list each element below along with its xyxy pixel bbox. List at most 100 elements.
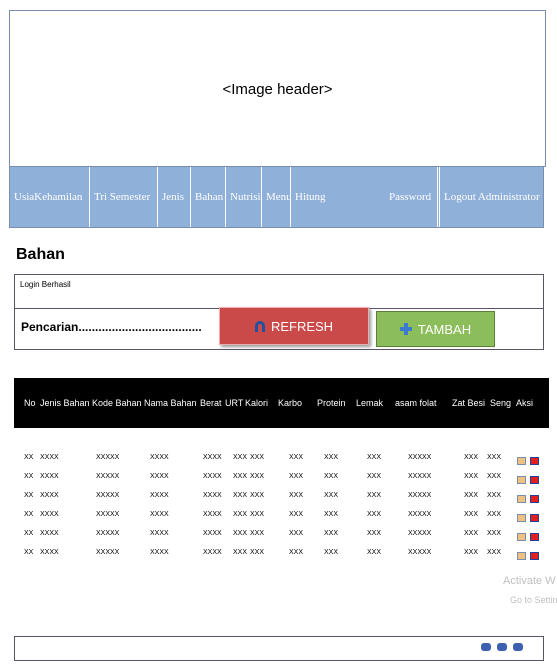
edit-icon[interactable] — [517, 457, 526, 465]
refresh-label: REFRESH — [270, 318, 334, 334]
search-input[interactable]: Pencarian...............................… — [21, 320, 202, 334]
table-cell: XXX — [464, 454, 479, 461]
table-cell: XXX — [464, 492, 479, 499]
table-cell: XX — [24, 511, 34, 518]
table-cell: XXX — [289, 454, 304, 461]
table-cell: XXX — [324, 454, 339, 461]
table-cell: XXX — [233, 492, 248, 499]
column-header: Aksi — [516, 398, 534, 408]
table-cell: XXXX — [40, 473, 59, 480]
table-cell: XXX — [367, 511, 382, 518]
edit-icon[interactable] — [517, 533, 526, 541]
table-cell: XXXX — [150, 454, 169, 461]
nav-item-tri-semester[interactable]: Tri Semester — [90, 167, 158, 227]
table-cell: XXXXX — [96, 492, 120, 499]
table-cell: XXX — [367, 473, 382, 480]
column-header: Kalori — [245, 398, 269, 408]
table-cell: XXXXX — [408, 530, 432, 537]
table-cell: XXXX — [150, 473, 169, 480]
table-cell: XXXXX — [96, 511, 120, 518]
table-cell: XXX — [487, 492, 502, 499]
pagination-button[interactable] — [513, 643, 523, 651]
column-header: Karbo — [278, 398, 303, 408]
column-header: No — [24, 398, 36, 408]
delete-icon[interactable] — [530, 476, 539, 484]
table-cell: XXX — [464, 511, 479, 518]
table-cell: XXXXX — [408, 511, 432, 518]
plus-icon — [399, 323, 412, 335]
table-cell: XXX — [324, 549, 339, 556]
table-cell: XXX — [367, 492, 382, 499]
delete-icon[interactable] — [530, 552, 539, 560]
delete-icon[interactable] — [530, 457, 539, 465]
table-cell: XXXXX — [408, 454, 432, 461]
activation-watermark-sub: Go to Setting — [510, 595, 557, 605]
edit-icon[interactable] — [517, 514, 526, 522]
table-cell: XXX — [233, 549, 248, 556]
table-cell: XXX — [289, 511, 304, 518]
table-cell: XXX — [464, 549, 479, 556]
nav-item-usia-kehamilan[interactable]: UsiaKehamilan — [10, 167, 90, 227]
nav-item-jenis[interactable]: Jenis — [158, 167, 191, 227]
table-cell: XXX — [487, 530, 502, 537]
footer-bar — [14, 636, 544, 661]
nav-item-password[interactable]: Password — [385, 167, 441, 227]
refresh-button[interactable]: REFRESH — [219, 307, 369, 345]
table-cell: XXXX — [203, 492, 222, 499]
table-cell: XX — [24, 454, 34, 461]
table-header: No Jenis Bahan Kode Bahan Nama Bahan Ber… — [14, 378, 549, 428]
table-cell: XXX — [289, 549, 304, 556]
table-cell: XXX — [250, 454, 265, 461]
table-cell: XXXX — [40, 549, 59, 556]
table-cell: XXXX — [40, 511, 59, 518]
pagination-button[interactable] — [481, 643, 491, 651]
status-message: Login Berhasil — [20, 280, 71, 289]
page-title: Bahan — [16, 246, 65, 263]
edit-icon[interactable] — [517, 476, 526, 484]
table-cell: XXX — [487, 549, 502, 556]
nav-bar: UsiaKehamilan Tri Semester Jenis Bahan N… — [9, 166, 544, 228]
refresh-icon — [254, 320, 265, 332]
header-image-label: <Image header> — [222, 81, 333, 98]
table-cell: XXX — [464, 473, 479, 480]
table-cell: XXX — [367, 530, 382, 537]
table-cell: XXX — [289, 492, 304, 499]
column-header: Nama Bahan — [144, 398, 197, 408]
column-header: Seng — [490, 398, 512, 408]
table-cell: XXXX — [150, 549, 169, 556]
table-cell: XX — [24, 530, 34, 537]
table-cell: XXX — [250, 511, 265, 518]
delete-icon[interactable] — [530, 495, 539, 503]
table-cell: XXX — [324, 530, 339, 537]
table-cell: XXXX — [40, 492, 59, 499]
nav-item-nutrisi[interactable]: Nutrisi — [226, 167, 262, 227]
add-button[interactable]: TAMBAH — [376, 311, 495, 347]
table-cell: XX — [24, 473, 34, 480]
table-cell: XXX — [250, 549, 265, 556]
column-header: Kode Bahan — [92, 398, 142, 408]
delete-icon[interactable] — [530, 533, 539, 541]
activation-watermark: Activate W — [503, 575, 556, 587]
table-cell: XXX — [324, 473, 339, 480]
edit-icon[interactable] — [517, 495, 526, 503]
table-cell: XXX — [289, 530, 304, 537]
column-header: Zat Besi — [452, 398, 486, 408]
table-cell: XXXXX — [408, 492, 432, 499]
nav-item-bahan[interactable]: Bahan — [191, 167, 226, 227]
edit-icon[interactable] — [517, 552, 526, 560]
table-cell: XXXX — [150, 530, 169, 537]
table-cell: XXX — [250, 492, 265, 499]
column-header: URT — [225, 398, 244, 408]
table-cell: XX — [24, 492, 34, 499]
table-cell: XXX — [233, 473, 248, 480]
column-header: Berat — [200, 398, 222, 408]
table-cell: XXX — [233, 530, 248, 537]
nav-item-menu[interactable]: Menu — [262, 167, 292, 227]
table-cell: XX — [24, 549, 34, 556]
column-header: Jenis Bahan — [40, 398, 90, 408]
pagination-button[interactable] — [497, 643, 507, 651]
delete-icon[interactable] — [530, 514, 539, 522]
table-cell: XXX — [487, 454, 502, 461]
nav-item-logout[interactable]: Logout Administrator — [439, 167, 545, 227]
table-cell: XXXXX — [408, 473, 432, 480]
